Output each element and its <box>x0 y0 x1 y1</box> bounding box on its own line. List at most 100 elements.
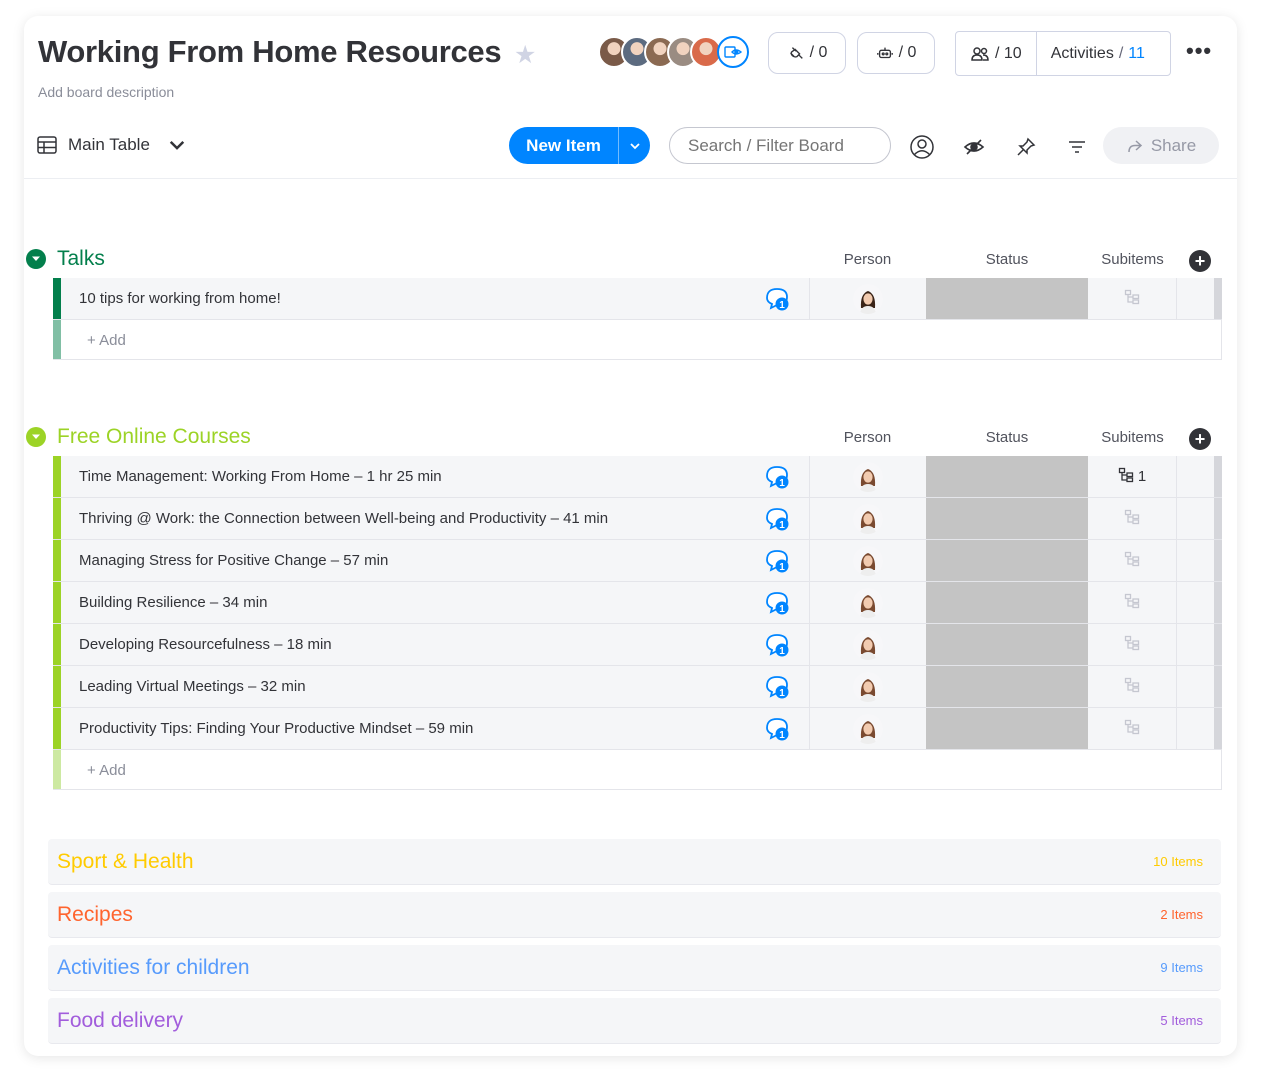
subitems-cell[interactable] <box>1088 582 1177 623</box>
subitems-cell[interactable] <box>1088 624 1177 665</box>
updates-chat-icon[interactable]: 1 <box>763 673 793 701</box>
add-column-icon[interactable]: + <box>1189 428 1211 450</box>
collapsed-group[interactable]: Sport & Health 10 Items <box>48 839 1221 885</box>
item-name[interactable]: 10 tips for working from home! <box>79 290 281 307</box>
add-item-row[interactable]: + Add <box>53 320 1222 360</box>
item-name[interactable]: Thriving @ Work: the Connection between … <box>79 510 608 527</box>
collapsed-group[interactable]: Recipes 2 Items <box>48 892 1221 938</box>
table-row[interactable]: Developing Resourcefulness – 18 min 1 <box>53 624 1222 666</box>
item-name[interactable]: Productivity Tips: Finding Your Producti… <box>79 720 473 737</box>
status-cell[interactable] <box>926 666 1088 707</box>
column-header-status[interactable]: Status <box>926 251 1088 268</box>
status-cell[interactable] <box>926 278 1088 319</box>
person-cell[interactable] <box>809 624 926 665</box>
pin-icon[interactable] <box>1013 134 1039 160</box>
collapsed-group-title[interactable]: Recipes <box>57 903 133 927</box>
updates-chat-icon[interactable]: 1 <box>763 589 793 617</box>
group-title[interactable]: Talks <box>57 247 105 271</box>
column-header-person[interactable]: Person <box>809 429 926 446</box>
updates-chat-icon[interactable]: 1 <box>763 631 793 659</box>
updates-chat-icon[interactable]: 1 <box>763 505 793 533</box>
group-talks: Talks Person Status Subitems +10 tips for wo… <box>24 238 1237 360</box>
item-name[interactable]: Building Resilience – 34 min <box>79 594 267 611</box>
group-title[interactable]: Free Online Courses <box>57 425 251 449</box>
updates-chat-icon[interactable]: 1 <box>763 715 793 743</box>
favorite-star-icon[interactable]: ★ <box>514 40 536 70</box>
updates-chat-icon[interactable]: 1 <box>763 285 793 313</box>
status-cell[interactable] <box>926 624 1088 665</box>
robot-icon <box>876 47 893 59</box>
updates-chat-icon[interactable]: 1 <box>763 463 793 491</box>
row-group-color-bar <box>53 498 61 539</box>
search-input[interactable] <box>669 127 891 164</box>
activities-button[interactable]: Activities / 11 <box>1035 32 1159 75</box>
members-button[interactable]: / 10 <box>956 32 1036 75</box>
row-end-cell <box>1214 498 1222 539</box>
subitems-cell[interactable] <box>1088 540 1177 581</box>
add-column-icon[interactable]: + <box>1189 250 1211 272</box>
subitems-cell[interactable] <box>1088 708 1177 749</box>
table-row[interactable]: Thriving @ Work: the Connection between … <box>53 498 1222 540</box>
person-filter-icon[interactable] <box>909 134 935 160</box>
person-cell[interactable] <box>809 456 926 497</box>
add-item-row[interactable]: + Add <box>53 750 1222 790</box>
more-options-icon[interactable]: ••• <box>1186 38 1212 64</box>
updates-chat-icon[interactable]: 1 <box>763 547 793 575</box>
collapse-toggle-icon[interactable] <box>26 249 46 269</box>
subitems-cell[interactable]: 1 <box>1088 456 1177 497</box>
person-cell[interactable] <box>809 666 926 707</box>
integrations-button[interactable]: / 0 <box>768 32 846 74</box>
column-header-status[interactable]: Status <box>926 429 1088 446</box>
activities-count: 11 <box>1128 44 1145 62</box>
person-cell[interactable] <box>809 540 926 581</box>
board-title[interactable]: Working From Home Resources <box>38 34 502 70</box>
add-item-label[interactable]: + Add <box>87 762 126 779</box>
collapsed-group-title[interactable]: Activities for children <box>57 956 250 980</box>
table-row[interactable]: Leading Virtual Meetings – 32 min 1 <box>53 666 1222 708</box>
item-name[interactable]: Managing Stress for Positive Change – 57… <box>79 552 388 569</box>
new-item-button[interactable]: New Item <box>509 127 650 164</box>
item-name[interactable]: Developing Resourcefulness – 18 min <box>79 636 332 653</box>
table-row[interactable]: Productivity Tips: Finding Your Producti… <box>53 708 1222 750</box>
status-cell[interactable] <box>926 582 1088 623</box>
subitems-cell[interactable] <box>1088 498 1177 539</box>
status-cell[interactable] <box>926 456 1088 497</box>
table-row[interactable]: 10 tips for working from home! 1 <box>53 278 1222 320</box>
row-end-cell <box>1214 624 1222 665</box>
collapsed-group[interactable]: Activities for children 9 Items <box>48 945 1221 991</box>
collapse-toggle-icon[interactable] <box>26 427 46 447</box>
share-button[interactable]: Share <box>1103 127 1219 164</box>
new-item-dropdown[interactable] <box>618 127 650 164</box>
column-header-subitems[interactable]: Subitems <box>1088 251 1177 268</box>
subitems-cell[interactable] <box>1088 278 1177 319</box>
column-header-person[interactable]: Person <box>809 251 926 268</box>
person-cell[interactable] <box>809 582 926 623</box>
automations-count: / 0 <box>898 44 917 61</box>
collapsed-group-title[interactable]: Sport & Health <box>57 850 194 874</box>
row-end-cell <box>1214 708 1222 749</box>
subitems-cell[interactable] <box>1088 666 1177 707</box>
view-selector[interactable]: Main Table <box>36 134 188 156</box>
board-members-avatars[interactable] <box>598 36 758 70</box>
table-row[interactable]: Building Resilience – 34 min 1 <box>53 582 1222 624</box>
status-cell[interactable] <box>926 708 1088 749</box>
person-cell[interactable] <box>809 278 926 319</box>
collapsed-group[interactable]: Food delivery 5 Items <box>48 998 1221 1044</box>
board-description[interactable]: Add board description <box>38 84 174 100</box>
person-cell[interactable] <box>809 498 926 539</box>
board-viewers-icon[interactable] <box>717 36 749 68</box>
collapsed-group-count: 9 Items <box>1160 960 1203 975</box>
column-header-subitems[interactable]: Subitems <box>1088 429 1177 446</box>
table-row[interactable]: Time Management: Working From Home – 1 h… <box>53 456 1222 498</box>
item-name[interactable]: Leading Virtual Meetings – 32 min <box>79 678 306 695</box>
person-cell[interactable] <box>809 708 926 749</box>
item-name[interactable]: Time Management: Working From Home – 1 h… <box>79 468 442 485</box>
status-cell[interactable] <box>926 498 1088 539</box>
collapsed-group-title[interactable]: Food delivery <box>57 1009 183 1033</box>
filter-icon[interactable] <box>1064 134 1090 160</box>
automations-button[interactable]: / 0 <box>857 32 935 74</box>
status-cell[interactable] <box>926 540 1088 581</box>
table-row[interactable]: Managing Stress for Positive Change – 57… <box>53 540 1222 582</box>
add-item-label[interactable]: + Add <box>87 332 126 349</box>
hide-columns-icon[interactable] <box>961 134 987 160</box>
